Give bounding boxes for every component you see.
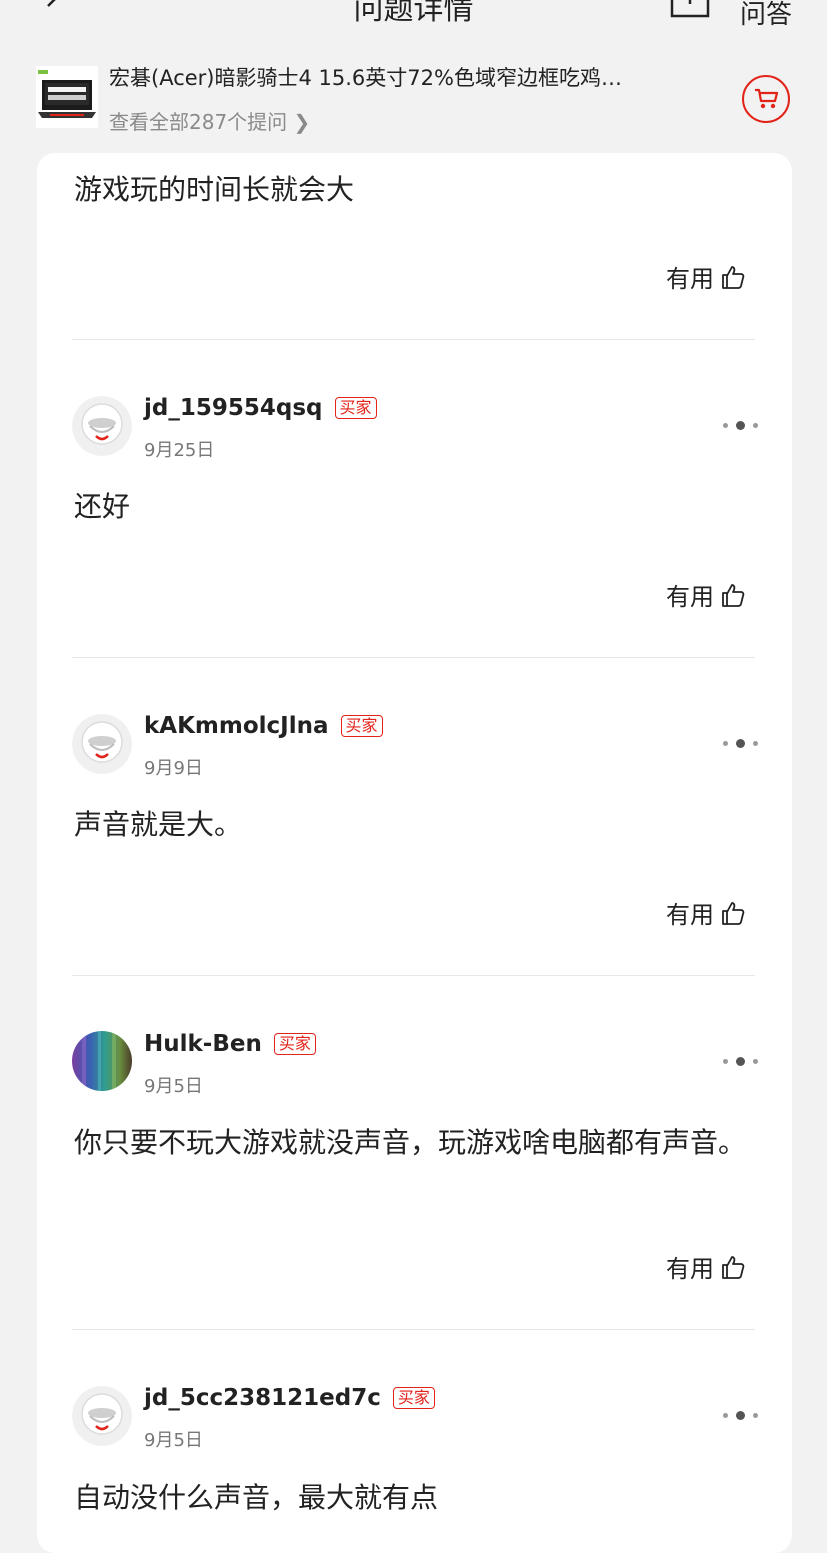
username[interactable]: jd_5cc238121ed7c 买家 (144, 1385, 435, 1411)
answer-date: 9月9日 (144, 758, 203, 779)
buyer-badge: 买家 (392, 1387, 435, 1409)
user-avatar[interactable] (72, 396, 132, 456)
user-avatar[interactable] (72, 1386, 132, 1446)
buyer-badge: 买家 (334, 397, 377, 419)
divider (72, 1329, 755, 1330)
username-text: jd_5cc238121ed7c (144, 1385, 381, 1411)
cart-icon (755, 88, 779, 109)
thumbs-up-icon (722, 901, 745, 925)
useful-button[interactable]: 有用 (666, 1249, 746, 1284)
useful-label: 有用 (666, 901, 714, 929)
more-options-icon[interactable] (723, 1057, 758, 1066)
useful-label: 有用 (666, 583, 714, 611)
answer-text: 自动没什么声音，最大就有点 (74, 1481, 439, 1514)
useful-label: 有用 (666, 265, 714, 293)
more-options-icon[interactable] (723, 739, 758, 748)
divider (72, 975, 755, 976)
more-options-icon[interactable] (723, 1411, 758, 1420)
buyer-badge: 买家 (273, 1033, 316, 1055)
useful-button[interactable]: 有用 (666, 895, 746, 930)
answer-date: 9月5日 (144, 1430, 203, 1451)
username-text: jd_159554qsq (144, 395, 323, 421)
product-thumbnail[interactable] (36, 66, 98, 128)
more-options-icon[interactable] (723, 421, 758, 430)
answer-text: 声音就是大。 (74, 808, 243, 841)
answers-card: 游戏玩的时间长就会大 有用 jd_159554qsq 买家 9月25日 还好 有… (37, 153, 792, 1553)
useful-button[interactable]: 有用 (666, 259, 746, 294)
thumbs-up-icon (722, 583, 745, 607)
answer-text: 还好 (74, 490, 131, 523)
username-text: Hulk-Ben (144, 1031, 262, 1057)
product-bar[interactable]: 宏碁(Acer)暗影骑士4 15.6英寸72%色域窄边框吃鸡… 查看全部287个… (0, 44, 827, 152)
answer-date: 9月5日 (144, 1076, 203, 1097)
thumbs-up-icon (722, 1255, 745, 1279)
buyer-badge: 买家 (340, 715, 383, 737)
answer-date: 9月25日 (144, 440, 215, 461)
divider (72, 657, 755, 658)
user-avatar[interactable] (72, 714, 132, 774)
divider (72, 339, 755, 340)
username-text: kAKmmolcJlna (144, 713, 329, 739)
qa-link[interactable]: 问答 (740, 0, 792, 31)
username[interactable]: jd_159554qsq 买家 (144, 395, 377, 421)
cart-button[interactable] (742, 75, 790, 123)
username[interactable]: kAKmmolcJlna 买家 (144, 713, 383, 739)
username[interactable]: Hulk-Ben 买家 (144, 1031, 316, 1057)
product-title[interactable]: 宏碁(Acer)暗影骑士4 15.6英寸72%色域窄边框吃鸡… (109, 62, 689, 92)
top-bar: 问题详情 问答 (0, 0, 827, 44)
all-questions-link[interactable]: 查看全部287个提问 ❯ (109, 106, 310, 135)
useful-button[interactable]: 有用 (666, 577, 746, 612)
useful-label: 有用 (666, 1255, 714, 1283)
user-avatar[interactable] (72, 1031, 132, 1091)
answer-text: 游戏玩的时间长就会大 (74, 173, 355, 206)
share-icon[interactable] (668, 0, 712, 22)
thumbs-up-icon (722, 265, 745, 289)
answer-text: 你只要不玩大游戏就没声音，玩游戏啥电脑都有声音。 (74, 1126, 747, 1159)
